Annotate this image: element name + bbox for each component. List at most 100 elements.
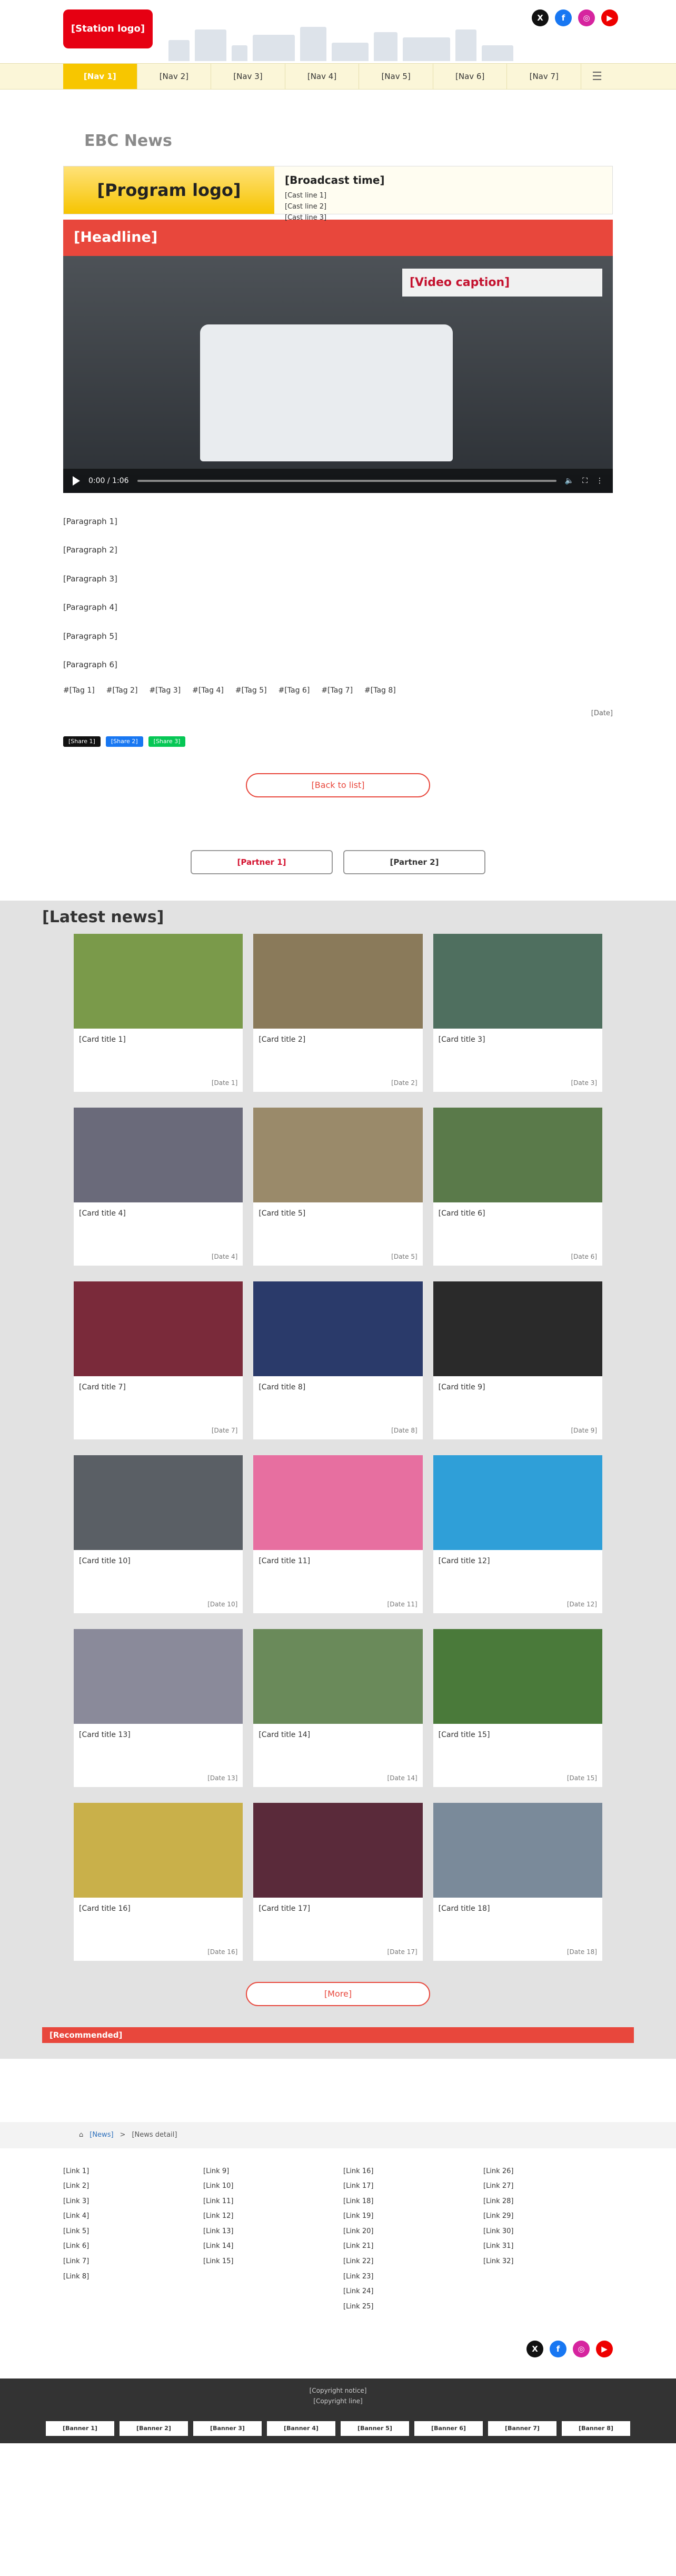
home-icon[interactable]: ⌂: [79, 2131, 83, 2139]
footer-link[interactable]: [Link 25]: [343, 2299, 473, 2315]
back-to-list-button[interactable]: [Back to list]: [246, 773, 430, 797]
footer-link[interactable]: [Link 23]: [343, 2269, 473, 2285]
footer-link[interactable]: [Link 32]: [483, 2254, 613, 2269]
nav-item-announcers[interactable]: [Nav 5]: [359, 64, 433, 89]
share-facebook-button[interactable]: [Share 2]: [105, 736, 143, 747]
video-progress[interactable]: [137, 479, 556, 482]
news-card[interactable]: [Card title 2] [Date 2]: [253, 933, 423, 1092]
video-player[interactable]: [Video caption] 0:00 / 1:06 🔈 ⛶ ⋮: [63, 255, 613, 493]
tag[interactable]: #[Tag 4]: [192, 686, 224, 695]
tag[interactable]: #[Tag 7]: [321, 686, 353, 695]
volume-icon[interactable]: 🔈: [565, 477, 574, 485]
footer-link[interactable]: [Link 4]: [63, 2209, 193, 2224]
footer-link[interactable]: [Link 11]: [203, 2194, 333, 2209]
youtube-icon[interactable]: ▶: [601, 9, 618, 26]
news-card[interactable]: [Card title 18] [Date 18]: [433, 1802, 602, 1961]
footer-banner[interactable]: [Banner 3]: [193, 2421, 262, 2436]
news-card[interactable]: [Card title 16] [Date 16]: [74, 1802, 243, 1961]
tag[interactable]: #[Tag 3]: [149, 686, 181, 695]
partner-online-link[interactable]: [Partner 2]: [343, 850, 485, 874]
footer-link[interactable]: [Link 28]: [483, 2194, 613, 2209]
news-card[interactable]: [Card title 6] [Date 6]: [433, 1107, 602, 1266]
news-card[interactable]: [Card title 15] [Date 15]: [433, 1628, 602, 1787]
news-card[interactable]: [Card title 7] [Date 7]: [74, 1281, 243, 1439]
news-card[interactable]: [Card title 13] [Date 13]: [74, 1628, 243, 1787]
tag[interactable]: #[Tag 8]: [364, 686, 396, 695]
footer-link[interactable]: [Link 9]: [203, 2164, 333, 2179]
footer-link[interactable]: [Link 13]: [203, 2224, 333, 2239]
footer-banner[interactable]: [Banner 7]: [488, 2421, 556, 2436]
news-card[interactable]: [Card title 5] [Date 5]: [253, 1107, 423, 1266]
nav-item-campaigns[interactable]: [Nav 6]: [433, 64, 508, 89]
news-card[interactable]: [Card title 11] [Date 11]: [253, 1455, 423, 1613]
fullscreen-icon[interactable]: ⛶: [582, 477, 588, 485]
tag[interactable]: #[Tag 6]: [279, 686, 310, 695]
facebook-icon[interactable]: f: [550, 2341, 566, 2358]
news-card[interactable]: [Card title 10] [Date 10]: [74, 1455, 243, 1613]
footer-link[interactable]: [Link 1]: [63, 2164, 193, 2179]
footer-link[interactable]: [Link 18]: [343, 2194, 473, 2209]
share-x-button[interactable]: [Share 1]: [63, 736, 101, 747]
news-card[interactable]: [Card title 3] [Date 3]: [433, 933, 602, 1092]
news-card[interactable]: [Card title 9] [Date 9]: [433, 1281, 602, 1439]
tag[interactable]: #[Tag 5]: [235, 686, 267, 695]
nav-item-videos[interactable]: [Nav 7]: [507, 64, 582, 89]
footer-banner[interactable]: [Banner 6]: [414, 2421, 483, 2436]
news-card[interactable]: [Card title 8] [Date 8]: [253, 1281, 423, 1439]
program-banner[interactable]: [Program logo] [Broadcast time] [Cast li…: [63, 166, 613, 222]
news-thumbnail: [433, 1628, 602, 1724]
footer-link[interactable]: [Link 7]: [63, 2254, 193, 2269]
footer-link[interactable]: [Link 6]: [63, 2239, 193, 2254]
footer-banner[interactable]: [Banner 2]: [120, 2421, 188, 2436]
footer-link[interactable]: [Link 10]: [203, 2179, 333, 2194]
tag[interactable]: #[Tag 1]: [63, 686, 95, 695]
menu-icon[interactable]: ☰: [581, 64, 613, 89]
footer-link[interactable]: [Link 17]: [343, 2179, 473, 2194]
footer-link[interactable]: [Link 3]: [63, 2194, 193, 2209]
news-card[interactable]: [Card title 4] [Date 4]: [74, 1107, 243, 1266]
partner-video-link[interactable]: [Partner 1]: [191, 850, 333, 874]
nav-item-events[interactable]: [Nav 4]: [285, 64, 360, 89]
footer-link[interactable]: [Link 20]: [343, 2224, 473, 2239]
footer-link[interactable]: [Link 2]: [63, 2179, 193, 2194]
footer-link[interactable]: [Link 14]: [203, 2239, 333, 2254]
footer-link[interactable]: [Link 30]: [483, 2224, 613, 2239]
news-card[interactable]: [Card title 12] [Date 12]: [433, 1455, 602, 1613]
tag[interactable]: #[Tag 2]: [106, 686, 138, 695]
footer-link[interactable]: [Link 19]: [343, 2209, 473, 2224]
breadcrumb-news[interactable]: [News]: [90, 2131, 113, 2139]
footer-link[interactable]: [Link 31]: [483, 2239, 613, 2254]
footer-link[interactable]: [Link 22]: [343, 2254, 473, 2269]
footer-link[interactable]: [Link 24]: [343, 2284, 473, 2299]
footer-link[interactable]: [Link 5]: [63, 2224, 193, 2239]
nav-item-weather[interactable]: [Nav 3]: [211, 64, 285, 89]
footer-link[interactable]: [Link 21]: [343, 2239, 473, 2254]
footer-link[interactable]: [Link 8]: [63, 2269, 193, 2285]
footer-link[interactable]: [Link 26]: [483, 2164, 613, 2179]
footer-link[interactable]: [Link 12]: [203, 2209, 333, 2224]
footer-banner[interactable]: [Banner 1]: [46, 2421, 114, 2436]
facebook-icon[interactable]: f: [555, 9, 572, 26]
instagram-icon[interactable]: ◎: [573, 2341, 590, 2358]
instagram-icon[interactable]: ◎: [578, 9, 595, 26]
footer-banner[interactable]: [Banner 4]: [267, 2421, 335, 2436]
footer-link[interactable]: [Link 29]: [483, 2209, 613, 2224]
more-button[interactable]: [More]: [246, 1981, 430, 2006]
site-logo[interactable]: [Station logo]: [63, 9, 153, 48]
play-icon[interactable]: [73, 476, 80, 486]
nav-item-programs[interactable]: [Nav 2]: [137, 64, 212, 89]
news-card[interactable]: [Card title 14] [Date 14]: [253, 1628, 423, 1787]
share-line-button[interactable]: [Share 3]: [148, 736, 186, 747]
footer-link[interactable]: [Link 27]: [483, 2179, 613, 2194]
x-icon[interactable]: X: [526, 2341, 543, 2358]
footer-banner[interactable]: [Banner 8]: [562, 2421, 630, 2436]
footer-banner[interactable]: [Banner 5]: [341, 2421, 409, 2436]
news-card[interactable]: [Card title 17] [Date 17]: [253, 1802, 423, 1961]
x-icon[interactable]: X: [532, 9, 549, 26]
footer-link[interactable]: [Link 15]: [203, 2254, 333, 2269]
nav-item-news[interactable]: [Nav 1]: [63, 64, 137, 89]
more-icon[interactable]: ⋮: [596, 477, 603, 485]
news-card[interactable]: [Card title 1] [Date 1]: [74, 933, 243, 1092]
footer-link[interactable]: [Link 16]: [343, 2164, 473, 2179]
youtube-icon[interactable]: ▶: [596, 2341, 613, 2358]
